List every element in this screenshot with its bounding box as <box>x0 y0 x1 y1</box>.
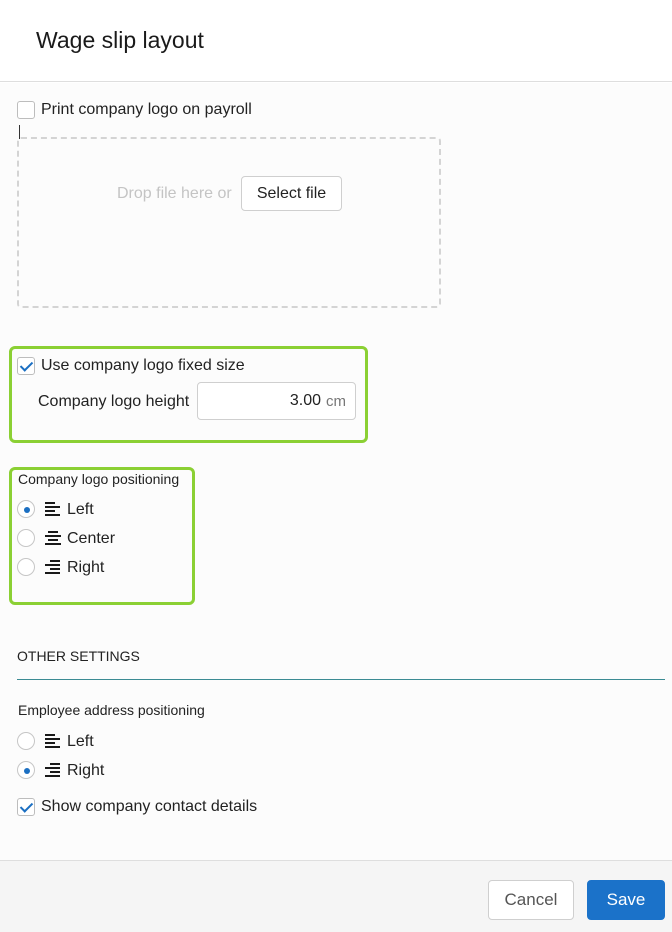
logo-position-center-label: Center <box>67 530 116 547</box>
address-positioning-label: Employee address positioning <box>18 702 205 718</box>
logo-height-value: 3.00 <box>289 392 321 409</box>
align-left-icon <box>45 502 61 516</box>
align-right-icon <box>45 763 61 777</box>
align-center-icon <box>45 531 61 545</box>
logo-position-right-label: Right <box>67 559 105 576</box>
address-position-left-label: Left <box>67 733 94 750</box>
other-settings-title: OTHER SETTINGS <box>17 648 140 664</box>
logo-position-left-radio[interactable] <box>17 500 35 518</box>
fixed-size-label: Use company logo fixed size <box>41 357 245 374</box>
logo-position-center-radio[interactable] <box>17 529 35 547</box>
logo-positioning-label: Company logo positioning <box>18 471 180 487</box>
align-right-icon <box>45 560 61 574</box>
logo-height-unit: cm <box>326 393 346 410</box>
cancel-button[interactable]: Cancel <box>488 880 574 920</box>
print-logo-label: Print company logo on payroll <box>41 101 252 118</box>
contact-details-label: Show company contact details <box>41 798 258 815</box>
logo-position-right-radio[interactable] <box>17 558 35 576</box>
address-position-left-radio[interactable] <box>17 732 35 750</box>
dialog-title: Wage slip layout <box>36 27 204 53</box>
dropzone-text: Drop file here or <box>117 185 232 202</box>
section-divider <box>17 679 665 680</box>
logo-dropzone[interactable] <box>17 137 441 308</box>
logo-height-input[interactable]: 3.00 cm <box>197 382 356 420</box>
logo-height-label: Company logo height <box>38 393 190 410</box>
save-button[interactable]: Save <box>587 880 665 920</box>
address-position-right-radio[interactable] <box>17 761 35 779</box>
logo-position-left-label: Left <box>67 501 94 518</box>
align-left-icon <box>45 734 61 748</box>
print-logo-checkbox[interactable] <box>17 101 35 119</box>
address-position-right-label: Right <box>67 762 105 779</box>
dialog-header: Wage slip layout <box>0 0 672 82</box>
select-file-button[interactable]: Select file <box>241 176 342 211</box>
fixed-size-checkbox[interactable] <box>17 357 35 375</box>
contact-details-checkbox[interactable] <box>17 798 35 816</box>
